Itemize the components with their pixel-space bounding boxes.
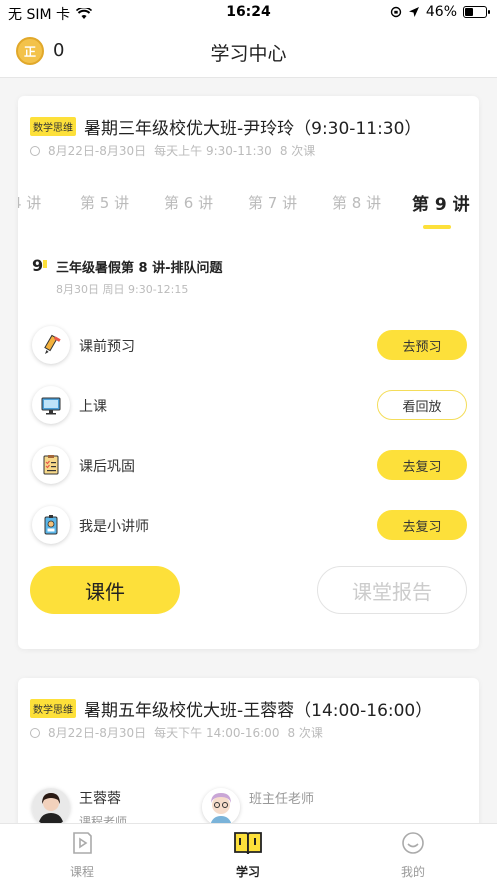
page-title: 学习中心	[210, 43, 287, 65]
active-tab-indicator	[423, 225, 451, 229]
lesson-number: 9	[32, 256, 48, 275]
battery-icon	[463, 6, 490, 18]
replay-button[interactable]: 看回放	[377, 390, 467, 420]
course-title: 暑期三年级校优大班-尹玲玲（9:30-11:30）	[84, 119, 422, 139]
tab-me[interactable]: 我的	[373, 830, 453, 880]
lesson-meta: 8月30日 周日 9:30-12:15	[56, 283, 189, 296]
lecturer-review-button[interactable]: 去复习	[377, 510, 467, 540]
course-count: 8 次课	[279, 144, 316, 158]
tab-lecture-4[interactable]: 4 讲	[18, 192, 41, 213]
course-schedule: 每天下午 14:00-16:00	[154, 726, 280, 740]
tab-lecture-8[interactable]: 第 8 讲	[332, 192, 381, 213]
course-meta: 8月22日-8月30日 每天上午 9:30-11:30 8 次课	[30, 142, 315, 159]
courseware-button[interactable]: 课件	[30, 566, 180, 614]
subject-tag: 数学思维	[30, 699, 76, 718]
tab-lecture-5[interactable]: 第 5 讲	[80, 192, 129, 213]
tab-label: 学习	[235, 865, 260, 879]
step-label: 课后巩固	[79, 459, 135, 475]
orientation-lock-icon	[390, 6, 402, 18]
step-label: 我是小讲师	[79, 519, 149, 535]
course-header[interactable]: 数学思维 暑期三年级校优大班-尹玲玲（9:30-11:30）	[30, 114, 467, 139]
status-bar: 无 SIM 卡 16:24 46%	[0, 0, 497, 26]
lecture-tabs: 4 讲 第 5 讲 第 6 讲 第 7 讲 第 8 讲 第 9 讲	[18, 192, 479, 232]
badge-icon	[32, 506, 70, 544]
clock-icon	[30, 727, 40, 738]
tab-study[interactable]: 学习	[208, 830, 288, 880]
tab-label: 我的	[400, 865, 425, 879]
tab-bar: 课程 学习 我的	[0, 823, 497, 883]
smiley-icon	[402, 832, 424, 854]
step-row-preview: 课前预习 去预习	[32, 326, 467, 366]
location-icon	[408, 7, 419, 17]
teacher-name: 王蓉蓉	[79, 791, 121, 807]
step-label: 课前预习	[79, 339, 135, 355]
open-book-icon	[234, 832, 262, 855]
avatar	[202, 788, 240, 826]
battery-fill	[465, 8, 473, 16]
review-button[interactable]: 去复习	[377, 450, 467, 480]
tab-courses[interactable]: 课程	[42, 830, 122, 880]
class-report-button[interactable]: 课堂报告	[317, 566, 467, 614]
course-date-range: 8月22日-8月30日	[48, 726, 147, 740]
course-card: 数学思维 暑期三年级校优大班-尹玲玲（9:30-11:30） 8月22日-8月3…	[18, 96, 479, 649]
head-teacher-label: 班主任老师	[249, 792, 315, 807]
course-date-range: 8月22日-8月30日	[48, 144, 147, 158]
tab-lecture-9[interactable]: 第 9 讲	[412, 190, 470, 215]
play-book-icon	[73, 832, 92, 854]
lesson-title: 三年级暑假第 8 讲-排队问题	[56, 261, 223, 276]
monitor-icon	[32, 386, 70, 424]
head-teacher-info[interactable]: 班主任老师	[202, 788, 314, 826]
pencil-icon	[32, 326, 70, 364]
tab-lecture-6[interactable]: 第 6 讲	[164, 192, 213, 213]
step-row-lecturer: 我是小讲师 去复习	[32, 506, 467, 546]
preview-button[interactable]: 去预习	[377, 330, 467, 360]
course-title: 暑期五年级校优大班-王蓉蓉（14:00-16:00）	[84, 701, 433, 721]
checklist-icon	[32, 446, 70, 484]
avatar	[32, 788, 70, 826]
subject-tag: 数学思维	[30, 117, 76, 136]
status-right: 46%	[390, 4, 490, 20]
step-row-review: 课后巩固 去复习	[32, 446, 467, 486]
course-meta: 8月22日-8月30日 每天下午 14:00-16:00 8 次课	[30, 724, 323, 741]
nav-bar: 正 0 学习中心	[0, 26, 497, 78]
tab-label: 课程	[69, 865, 94, 879]
tab-lecture-7[interactable]: 第 7 讲	[248, 192, 297, 213]
course-header[interactable]: 数学思维 暑期五年级校优大班-王蓉蓉（14:00-16:00）	[30, 696, 467, 721]
course-count: 8 次课	[287, 726, 323, 740]
step-row-class: 上课 看回放	[32, 386, 467, 426]
step-label: 上课	[79, 399, 107, 415]
clock-icon	[30, 145, 40, 156]
course-schedule: 每天上午 9:30-11:30	[154, 144, 272, 158]
battery-percent: 46%	[425, 4, 457, 20]
